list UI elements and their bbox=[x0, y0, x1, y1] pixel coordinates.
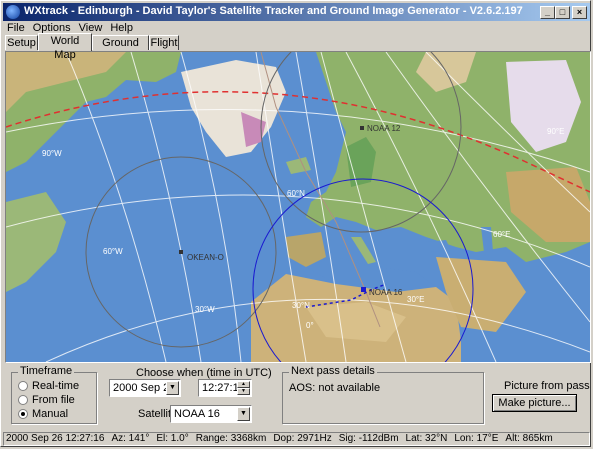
status-lat: Lat: 32°N bbox=[405, 433, 448, 444]
status-range: Range: 3368km bbox=[195, 433, 267, 444]
noaa12-marker[interactable] bbox=[360, 126, 364, 130]
menu-help[interactable]: Help bbox=[106, 21, 137, 36]
lon-60e-label: 60°E bbox=[493, 230, 510, 239]
noaa12-label: NOAA 12 bbox=[367, 124, 401, 133]
chevron-down-icon[interactable]: ▼ bbox=[166, 381, 179, 395]
lon-90w-label: 90°W bbox=[42, 149, 62, 158]
maximize-icon[interactable]: □ bbox=[555, 6, 570, 19]
status-dop: Dop: 2971Hz bbox=[273, 433, 332, 444]
aos-text: AOS: not available bbox=[289, 382, 381, 394]
lon-90e-label: 90°E bbox=[547, 127, 564, 136]
minimize-icon[interactable]: _ bbox=[540, 6, 555, 19]
radio-from-file[interactable]: From file bbox=[18, 394, 75, 407]
lon-30w-label: 30°W bbox=[195, 305, 215, 314]
radio-from-file-dot[interactable] bbox=[18, 395, 28, 406]
lat-30n-label: 30°N bbox=[292, 301, 310, 310]
status-lon: Lon: 17°E bbox=[454, 433, 499, 444]
lat-60n-label: 60°N bbox=[287, 189, 305, 198]
make-picture-button[interactable]: Make picture... bbox=[492, 394, 577, 412]
radio-from-file-label: From file bbox=[32, 394, 75, 406]
next-pass-group: Next pass details AOS: not available bbox=[282, 365, 484, 424]
timeframe-group: Timeframe Real-time From file Manual bbox=[11, 365, 97, 424]
lon-60w-label: 60°W bbox=[103, 247, 123, 256]
satellite-app-icon bbox=[6, 5, 20, 19]
map-canvas[interactable]: NOAA 12 OKEAN-O NOAA 16 90°W 60°W 30°W 0… bbox=[6, 52, 590, 362]
okean-label: OKEAN-O bbox=[187, 253, 224, 262]
next-pass-label: Next pass details bbox=[289, 365, 377, 377]
status-sig: Sig: -112dBm bbox=[338, 433, 399, 444]
radio-manual-label: Manual bbox=[32, 408, 69, 420]
date-combo[interactable]: 2000 Sep 26 ▼ bbox=[109, 379, 181, 397]
satellite-combo[interactable]: NOAA 16 ▼ bbox=[170, 405, 252, 423]
choose-when-label: Choose when (time in UTC) bbox=[136, 367, 272, 379]
tab-ground-path[interactable]: Ground Path bbox=[92, 35, 149, 63]
okean-marker[interactable] bbox=[179, 250, 183, 254]
radio-manual[interactable]: Manual bbox=[18, 408, 68, 421]
app-window: WXtrack - Edinburgh - David Taylor's Sat… bbox=[0, 0, 591, 447]
timeframe-label: Timeframe bbox=[18, 365, 75, 377]
status-alt: Alt: 865km bbox=[505, 433, 553, 444]
status-datetime: 2000 Sep 26 12:27:16 bbox=[6, 433, 105, 444]
radio-realtime-label: Real-time bbox=[32, 380, 80, 392]
radio-realtime[interactable]: Real-time bbox=[18, 380, 79, 393]
spin-up-icon[interactable]: ▲ bbox=[237, 381, 250, 388]
tab-setup[interactable]: Setup bbox=[5, 35, 38, 50]
status-bar: 2000 Sep 26 12:27:16 Az: 141° El: 1.0° Rang… bbox=[3, 432, 590, 446]
tab-world-map[interactable]: World Map bbox=[38, 33, 92, 61]
title-bar[interactable]: WXtrack - Edinburgh - David Taylor's Sat… bbox=[3, 3, 590, 21]
noaa16-label: NOAA 16 bbox=[369, 288, 403, 297]
satellite-value: NOAA 16 bbox=[174, 408, 220, 420]
lon-30e-label: 30°E bbox=[407, 295, 424, 304]
tab-flight[interactable]: Flight bbox=[149, 35, 179, 50]
menu-file[interactable]: File bbox=[3, 21, 29, 36]
time-spinner[interactable]: 12:27:16 ▲ ▼ bbox=[198, 379, 252, 397]
noaa16-marker[interactable] bbox=[361, 287, 366, 292]
status-az: Az: 141° bbox=[111, 433, 150, 444]
window-title: WXtrack - Edinburgh - David Taylor's Sat… bbox=[24, 5, 523, 17]
lon-0-label: 0° bbox=[306, 321, 314, 330]
spin-down-icon[interactable]: ▼ bbox=[237, 388, 250, 395]
picture-from-pass-label: Picture from pass bbox=[504, 380, 590, 392]
chevron-down-icon[interactable]: ▼ bbox=[237, 407, 250, 421]
close-icon[interactable]: × bbox=[572, 6, 587, 19]
radio-manual-dot[interactable] bbox=[18, 409, 28, 420]
status-el: El: 1.0° bbox=[156, 433, 189, 444]
radio-realtime-dot[interactable] bbox=[18, 381, 28, 392]
world-map[interactable]: NOAA 12 OKEAN-O NOAA 16 90°W 60°W 30°W 0… bbox=[5, 51, 591, 363]
